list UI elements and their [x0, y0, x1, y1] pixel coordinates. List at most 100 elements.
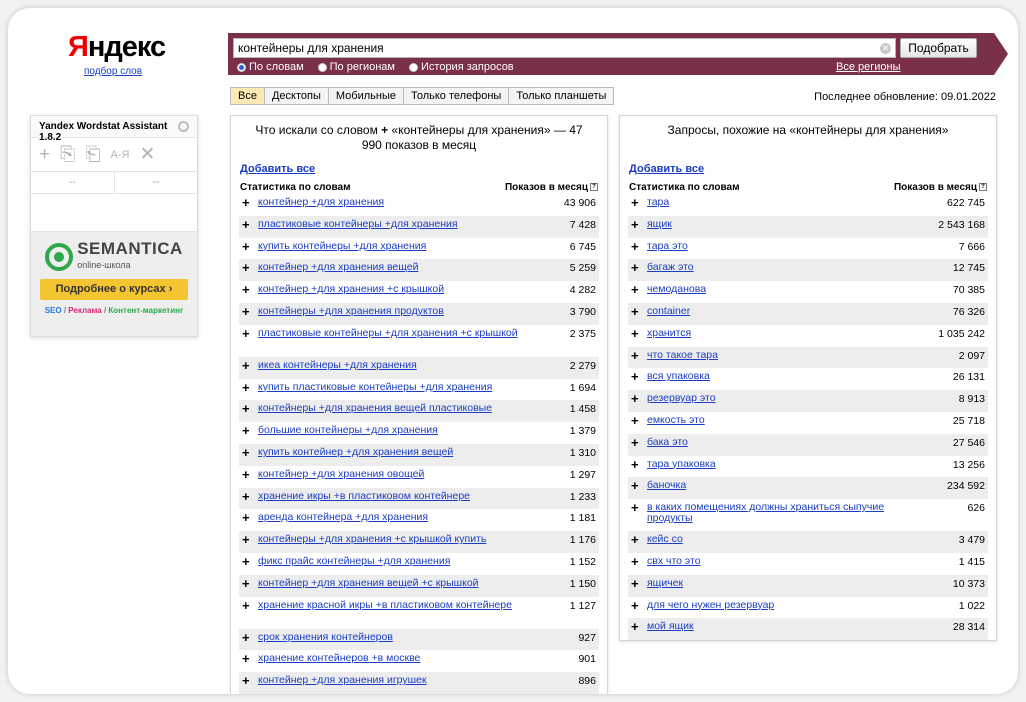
add-phrase-icon[interactable]: + — [242, 577, 258, 590]
add-phrase-icon[interactable]: + — [242, 327, 258, 340]
phrase-link[interactable]: для чего нужен резервуар — [647, 599, 918, 611]
add-phrase-icon[interactable]: + — [242, 261, 258, 274]
help-icon[interactable]: ? — [979, 183, 987, 192]
radio-by-words[interactable]: По словам — [237, 61, 304, 73]
phrase-link[interactable]: хранение контейнеров +в москве — [258, 653, 529, 664]
phrase-link[interactable]: емкость это — [647, 414, 918, 426]
phrase-link[interactable]: фикс прайс контейнеры +для хранения — [258, 555, 529, 567]
copy-with-count-icon[interactable]: ⎗ — [85, 144, 100, 166]
phrase-link[interactable]: container — [647, 305, 918, 317]
add-phrase-icon[interactable]: + — [242, 599, 258, 612]
add-all-right-link[interactable]: Добавить все — [629, 163, 704, 175]
add-phrase-icon[interactable]: + — [631, 392, 647, 405]
phrase-link[interactable]: купить контейнеры +для хранения — [258, 240, 529, 252]
phrase-link[interactable]: тара упаковка — [647, 458, 918, 470]
phrase-link[interactable]: пластиковые контейнеры +для хранения — [258, 218, 529, 230]
add-phrase-icon[interactable]: + — [242, 490, 258, 503]
add-phrase-icon[interactable]: + — [242, 555, 258, 568]
add-phrase-icon[interactable]: + — [631, 370, 647, 383]
clear-icon[interactable]: ✕ — [880, 43, 891, 54]
tab-desktops[interactable]: Десктопы — [265, 88, 329, 104]
phrase-link[interactable]: мой ящик — [647, 621, 918, 632]
help-icon[interactable]: ? — [590, 183, 598, 192]
phrase-link[interactable]: контейнер +для хранения игрушек — [258, 675, 529, 686]
clear-list-icon[interactable]: ✕ — [139, 143, 155, 166]
add-phrase-icon[interactable]: + — [631, 240, 647, 253]
add-phrase-icon[interactable]: + — [631, 349, 647, 362]
wordstat-link[interactable]: подбор слов — [68, 66, 158, 77]
add-phrase-icon[interactable]: + — [631, 414, 647, 427]
add-all-left-link[interactable]: Добавить все — [240, 163, 315, 175]
phrase-link[interactable]: контейнер +для хранения +с крышкой — [258, 284, 529, 295]
add-phrase-icon[interactable]: + — [242, 424, 258, 437]
phrase-link[interactable]: аренда контейнера +для хранения — [258, 512, 529, 523]
phrase-link[interactable]: пластиковые контейнеры +для хранения +с … — [258, 327, 529, 339]
add-phrase-icon[interactable]: + — [242, 674, 258, 687]
phrase-link[interactable]: контейнеры +для хранения +с крышкой купи… — [258, 534, 529, 545]
add-phrase-icon[interactable]: + — [242, 402, 258, 415]
phrase-link[interactable]: контейнеры +для хранения продуктов — [258, 305, 529, 317]
add-phrase-icon[interactable]: + — [242, 533, 258, 546]
add-phrase-icon[interactable]: + — [631, 327, 647, 340]
add-phrase-icon[interactable]: + — [631, 479, 647, 492]
copy-icon[interactable]: ⎘ — [60, 144, 75, 166]
add-icon[interactable]: + — [39, 144, 50, 166]
phrase-link[interactable]: свх что это — [647, 555, 918, 567]
gear-icon[interactable] — [178, 121, 189, 132]
tab-tablets-only[interactable]: Только планшеты — [509, 88, 613, 104]
add-phrase-icon[interactable]: + — [631, 218, 647, 231]
add-phrase-icon[interactable]: + — [242, 359, 258, 372]
courses-button[interactable]: Подробнее о курсах › — [40, 279, 188, 300]
radio-by-regions[interactable]: По регионам — [317, 61, 395, 73]
add-phrase-icon[interactable]: + — [242, 196, 258, 209]
add-phrase-icon[interactable]: + — [631, 261, 647, 274]
all-regions-link[interactable]: Все регионы — [836, 61, 901, 73]
phrase-link[interactable]: вся упаковка — [647, 371, 918, 382]
search-input[interactable]: контейнеры для хранения ✕ — [233, 38, 896, 58]
semantica-promo[interactable]: SEMANTICA online-школа Подробнее о курсах… — [31, 232, 197, 336]
phrase-link[interactable]: контейнеры +для хранения вещей пластиков… — [258, 403, 529, 414]
add-phrase-icon[interactable]: + — [631, 577, 647, 590]
add-phrase-icon[interactable]: + — [631, 620, 647, 633]
add-phrase-icon[interactable]: + — [631, 196, 647, 209]
add-phrase-icon[interactable]: + — [242, 446, 258, 459]
phrase-link[interactable]: хранение красной икры +в пластиковом кон… — [258, 599, 529, 611]
phrase-link[interactable]: срок хранения контейнеров — [258, 631, 529, 643]
sort-az-icon[interactable]: А-Я — [111, 149, 130, 161]
add-phrase-icon[interactable]: + — [242, 218, 258, 231]
search-button[interactable]: Подобрать — [900, 38, 977, 58]
tab-all[interactable]: Все — [231, 88, 265, 104]
yandex-logo[interactable]: Яндекс подбор слов — [68, 32, 166, 77]
add-phrase-icon[interactable]: + — [242, 381, 258, 394]
add-phrase-icon[interactable]: + — [242, 305, 258, 318]
add-phrase-icon[interactable]: + — [242, 240, 258, 253]
add-phrase-icon[interactable]: + — [631, 599, 647, 612]
phrase-link[interactable]: багаж это — [647, 262, 918, 273]
add-phrase-icon[interactable]: + — [631, 458, 647, 471]
add-phrase-icon[interactable]: + — [631, 436, 647, 449]
add-phrase-icon[interactable]: + — [631, 533, 647, 546]
add-phrase-icon[interactable]: + — [631, 283, 647, 296]
radio-history[interactable]: История запросов — [409, 61, 514, 73]
phrase-link[interactable]: тара это — [647, 240, 918, 252]
phrase-link[interactable]: что такое тара — [647, 349, 918, 361]
phrase-link[interactable]: баночка — [647, 480, 918, 491]
add-phrase-icon[interactable]: + — [242, 283, 258, 296]
phrase-link[interactable]: контейнер +для хранения вещей +с крышкой — [258, 577, 529, 589]
phrase-link[interactable]: ящик — [647, 218, 918, 230]
phrase-link[interactable]: тара — [647, 197, 918, 208]
phrase-link[interactable]: контейнер +для хранения вещей — [258, 262, 529, 273]
phrase-link[interactable]: резервуар это — [647, 393, 918, 404]
phrase-link[interactable]: бака это — [647, 436, 918, 448]
phrase-link[interactable]: контейнер +для хранения овощей — [258, 468, 529, 480]
phrase-link[interactable]: купить пластиковые контейнеры +для хране… — [258, 381, 529, 393]
phrase-link[interactable]: кейс со — [647, 534, 918, 545]
phrase-link[interactable]: купить контейнер +для хранения вещей — [258, 446, 529, 458]
add-phrase-icon[interactable]: + — [242, 511, 258, 524]
add-phrase-icon[interactable]: + — [631, 501, 647, 514]
phrase-link[interactable]: большие контейнеры +для хранения — [258, 425, 529, 436]
phrase-link[interactable]: чемоданова — [647, 284, 918, 295]
add-phrase-icon[interactable]: + — [631, 555, 647, 568]
tab-phones-only[interactable]: Только телефоны — [404, 88, 510, 104]
add-phrase-icon[interactable]: + — [242, 652, 258, 665]
